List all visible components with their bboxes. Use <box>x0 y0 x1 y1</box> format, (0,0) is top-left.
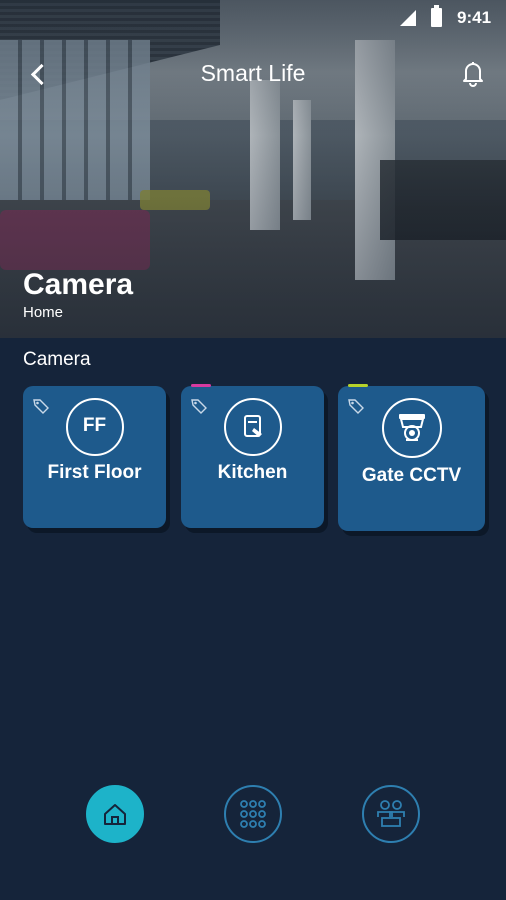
tag-icon <box>348 399 364 414</box>
battery-icon <box>431 5 442 27</box>
tag-icon <box>33 399 49 414</box>
cctv-glyph <box>398 414 425 441</box>
kitchen-icon <box>223 398 282 456</box>
people-icon <box>377 800 405 827</box>
nav-people-button[interactable] <box>362 785 420 843</box>
kitchen-glyph <box>243 415 262 437</box>
card-label: Gate CCTV <box>361 465 462 486</box>
app-title: Smart Life <box>200 60 306 86</box>
ff-initials-icon: FF <box>65 398 124 456</box>
grid-icon <box>240 800 266 828</box>
card-accent-bar <box>348 384 368 387</box>
tag-icon <box>191 399 207 414</box>
cctv-camera-icon <box>381 398 442 458</box>
notifications-button[interactable] <box>458 58 488 88</box>
home-icon <box>104 804 126 825</box>
card-icon-text: FF <box>82 415 107 436</box>
device-card-kitchen[interactable]: Kitchen <box>181 384 324 528</box>
status-time: 9:41 <box>457 8 492 27</box>
signal-icon <box>400 10 416 26</box>
device-card-gate-cctv[interactable]: Gate CCTV <box>338 384 485 531</box>
app-bar: Smart Life <box>0 50 506 100</box>
nav-home-button[interactable] <box>86 785 144 843</box>
page-subtitle: Home <box>23 304 64 321</box>
nav-apps-button[interactable] <box>224 785 282 843</box>
card-accent-bar <box>191 384 211 387</box>
device-card-first-floor[interactable]: FF First Floor <box>23 386 166 528</box>
status-bar: 9:41 <box>0 0 506 34</box>
bell-icon <box>463 62 483 87</box>
page-title: Camera <box>23 268 134 301</box>
section-title: Camera <box>23 349 91 370</box>
card-label: Kitchen <box>217 462 288 483</box>
card-label: First Floor <box>47 462 142 483</box>
